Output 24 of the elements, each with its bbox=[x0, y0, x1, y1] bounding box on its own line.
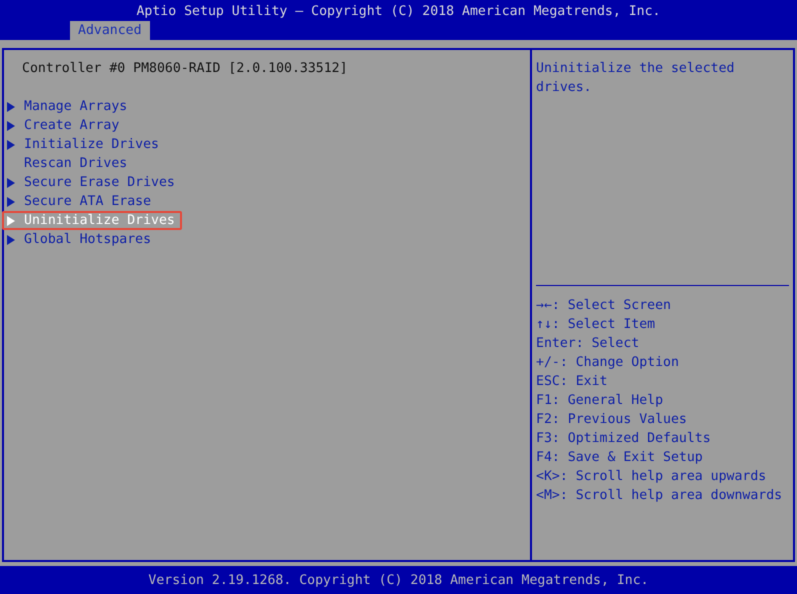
menu-item[interactable]: Uninitialize Drives bbox=[2, 211, 182, 230]
key-hint: F4: Save & Exit Setup bbox=[536, 449, 704, 467]
key-hint: <M>: Scroll help area downwards bbox=[536, 487, 784, 505]
menu-item[interactable]: Create Array bbox=[2, 116, 182, 135]
key-hint: F3: Optimized Defaults bbox=[536, 430, 712, 448]
menu-item[interactable]: Global Hotspares bbox=[2, 230, 182, 249]
key-hint: ESC: Exit bbox=[536, 373, 608, 391]
menu-item[interactable]: Secure ATA Erase bbox=[2, 192, 182, 211]
menu-item[interactable]: Secure Erase Drives bbox=[2, 173, 182, 192]
key-hint: Enter: Select bbox=[536, 335, 640, 353]
key-hint: +/-: Change Option bbox=[536, 354, 680, 372]
tab[interactable]: Advanced bbox=[70, 21, 150, 40]
menu-item[interactable]: Rescan Drives bbox=[2, 154, 182, 173]
key-hint: →←: Select Screen bbox=[536, 297, 672, 315]
menu-item[interactable]: Manage Arrays bbox=[2, 97, 182, 116]
controller-heading: Controller #0 PM8060-RAID [2.0.100.33512] bbox=[21, 60, 349, 78]
version-text: Version 2.19.1268. Copyright (C) 2018 American Megatrends, Inc. bbox=[148, 572, 649, 588]
help-text: Uninitialize the selected drives. bbox=[536, 59, 789, 286]
key-hint: F2: Previous Values bbox=[536, 411, 688, 429]
key-hint: ↑↓: Select Item bbox=[536, 316, 656, 334]
window-title: Aptio Setup Utility – Copyright (C) 2018 American Megatrends, Inc. bbox=[136, 3, 660, 21]
menu-item[interactable]: Initialize Drives bbox=[2, 135, 182, 154]
key-hint: F1: General Help bbox=[536, 392, 664, 410]
key-hint: <K>: Scroll help area upwards bbox=[536, 468, 768, 486]
